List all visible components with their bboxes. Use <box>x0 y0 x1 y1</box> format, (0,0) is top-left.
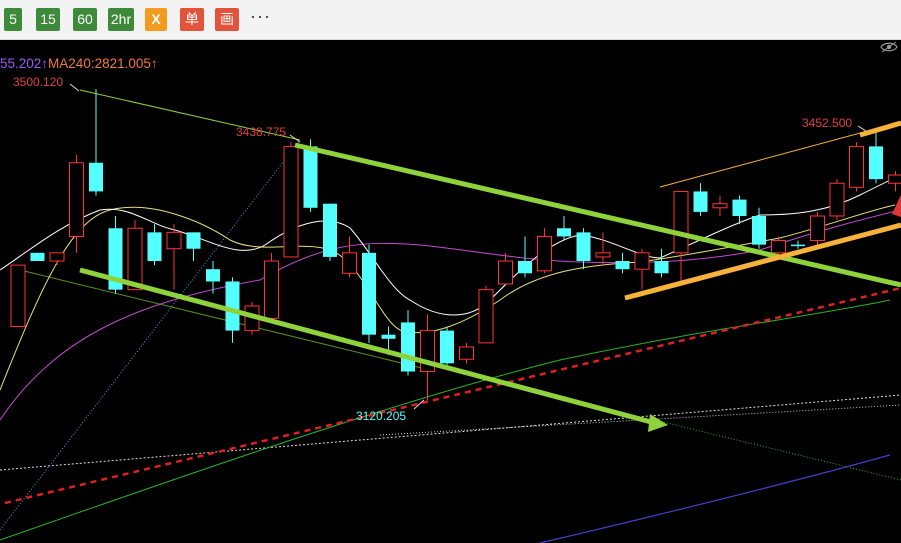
white-dotted-line-1 <box>0 394 901 471</box>
candle-up[interactable] <box>595 252 611 258</box>
ma240-value: MA240:2821.005↑ <box>48 56 158 71</box>
candle-down[interactable] <box>791 244 805 247</box>
candle-down[interactable] <box>440 330 454 364</box>
candle-down[interactable] <box>89 162 103 192</box>
candle-down[interactable] <box>693 191 708 212</box>
orange-channel-upper-thick <box>859 120 901 138</box>
candle-up[interactable] <box>771 240 786 254</box>
period-60-button[interactable]: 60 <box>73 8 97 31</box>
candle-up[interactable] <box>459 346 474 360</box>
ma-blue-line <box>539 454 891 543</box>
period-toolbar: 5 15 60 2hr X 单 画 ··· <box>0 0 901 40</box>
low-label-1: 3120.205 <box>356 409 406 423</box>
high-label-1: 3500.120 <box>13 75 63 89</box>
candle-up[interactable] <box>264 260 279 319</box>
green-channel-upper <box>294 142 901 288</box>
candle-up[interactable] <box>49 252 65 262</box>
high-label-2: 3438.775 <box>236 125 286 139</box>
candle-up[interactable] <box>634 252 650 270</box>
candle-up[interactable] <box>537 235 552 272</box>
period-5-button[interactable]: 5 <box>4 8 22 31</box>
candle-down[interactable] <box>654 261 669 274</box>
high-label-1-pointer <box>69 83 80 92</box>
candle-down[interactable] <box>30 252 45 262</box>
reference-lines <box>0 89 901 531</box>
period-2hr-button[interactable]: 2hr <box>108 8 134 31</box>
high-label-3: 3452.500 <box>802 116 852 130</box>
candle-up[interactable] <box>478 289 494 344</box>
candle-down[interactable] <box>518 261 532 274</box>
red-arrow-edge <box>892 195 901 217</box>
ma-a-value: 55.202↑ <box>0 56 49 71</box>
candle-up[interactable] <box>10 264 26 327</box>
candle-up[interactable] <box>127 227 143 291</box>
red-dashed-trendline <box>4 286 901 505</box>
candle-up[interactable] <box>673 190 689 254</box>
candlestick-chart[interactable]: 3500.120 3438.775 3120.205 3452.500 <box>0 40 901 543</box>
candle-down[interactable] <box>401 322 415 372</box>
close-tool-button[interactable]: X <box>145 8 167 31</box>
candle-down[interactable] <box>381 334 396 339</box>
green-arrow-head <box>648 414 668 432</box>
more-options-button[interactable]: ··· <box>250 6 271 27</box>
high-label-3-pointer <box>857 125 867 132</box>
candle-down[interactable] <box>615 261 630 270</box>
candle-down[interactable] <box>303 146 318 208</box>
ma-indicator-readout: 55.202↑MA240:2821.005↑ <box>0 56 158 71</box>
candle-down[interactable] <box>362 252 376 335</box>
period-15-button[interactable]: 15 <box>36 8 60 31</box>
candle-up[interactable] <box>166 231 182 250</box>
candle-up[interactable] <box>829 182 845 217</box>
candle-up[interactable] <box>69 162 84 237</box>
candle-down[interactable] <box>869 146 883 180</box>
draw-tool-button[interactable]: 画 <box>215 8 239 31</box>
candle-down[interactable] <box>186 232 201 249</box>
candle-up[interactable] <box>888 174 901 184</box>
candle-up[interactable] <box>498 260 513 285</box>
candles-group <box>10 89 901 400</box>
candle-up[interactable] <box>342 252 357 274</box>
green-dotted-line <box>654 419 901 481</box>
candle-down[interactable] <box>225 281 240 331</box>
candle-down[interactable] <box>323 203 337 257</box>
candle-up[interactable] <box>810 215 825 242</box>
candle-up[interactable] <box>849 145 864 188</box>
candle-down[interactable] <box>557 228 571 237</box>
eye-icon[interactable] <box>880 41 898 53</box>
candle-down[interactable] <box>147 232 162 262</box>
single-tool-button[interactable]: 单 <box>180 8 204 31</box>
candle-down[interactable] <box>206 269 220 282</box>
candle-down[interactable] <box>732 199 747 216</box>
candle-down[interactable] <box>576 232 591 262</box>
candle-up[interactable] <box>283 145 299 258</box>
blue-dotted-line <box>0 139 301 531</box>
candle-up[interactable] <box>712 203 728 209</box>
candle-down[interactable] <box>752 215 766 245</box>
